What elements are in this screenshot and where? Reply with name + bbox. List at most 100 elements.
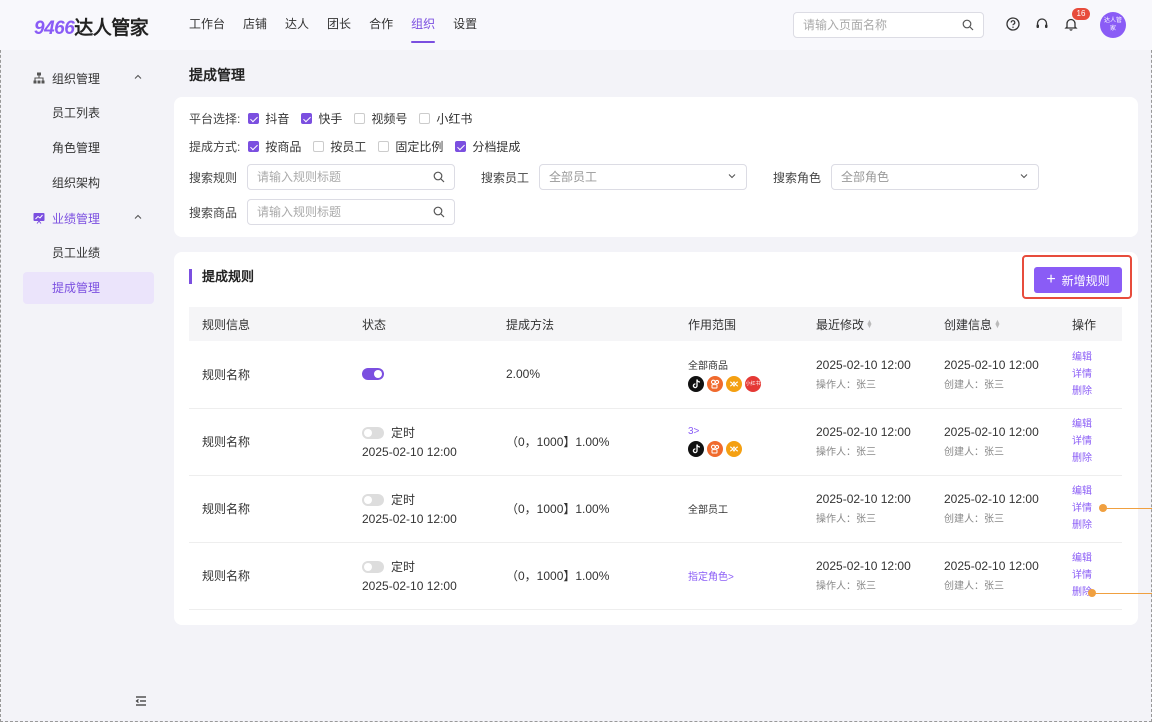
scope-link[interactable]: 3> <box>688 426 803 437</box>
platforms-checkbox-2[interactable]: 视频号 <box>354 110 407 127</box>
sidebar-item-role-management[interactable]: 角色管理 <box>23 132 154 164</box>
status-toggle[interactable] <box>362 493 384 506</box>
column-header-label: 状态 <box>362 317 387 332</box>
headset-icon[interactable] <box>1035 17 1049 31</box>
add-rule-button[interactable]: + 新增规则 <box>1034 267 1122 293</box>
edit-link[interactable]: 编辑 <box>1072 483 1122 500</box>
detail-link[interactable]: 详情 <box>1072 567 1122 584</box>
status-cell: 定时 2025-02-10 12:00 <box>349 475 493 543</box>
checkbox-box[interactable] <box>419 112 431 124</box>
created-cell: 2025-02-10 12:00 创建人：张三 <box>931 408 1059 476</box>
status-cell: 定时 2025-02-10 12:00 <box>349 542 493 610</box>
sidebar-item-org-structure[interactable]: 组织架构 <box>23 167 154 199</box>
sort-icon[interactable]: ▲ ▼ <box>866 319 873 330</box>
table-row: 规则名称 定时 2025-02-10 12:00 （0，1000】1.00% 3> 202… <box>189 408 1122 476</box>
avatar[interactable]: 达人管家 <box>1100 12 1126 38</box>
checkbox-box[interactable] <box>313 140 325 152</box>
platforms-checkbox-1[interactable]: 快手 <box>301 110 342 127</box>
search-goods-input[interactable] <box>248 200 419 224</box>
checkbox-box[interactable] <box>378 140 390 152</box>
checkbox-label: 抖音 <box>265 111 290 126</box>
sidebar-group-label: 组织管理 <box>52 71 101 86</box>
status-toggle[interactable] <box>362 560 384 573</box>
checkbox-label: 小红书 <box>436 111 473 126</box>
status-toggle[interactable] <box>362 426 384 439</box>
timer-time: 2025-02-10 12:00 <box>362 445 457 459</box>
sidebar-group-performance[interactable]: 业绩管理 <box>33 208 143 228</box>
scope-link[interactable]: 指定角色> <box>688 568 803 583</box>
methods-checkbox-1[interactable]: 按员工 <box>313 138 366 155</box>
creator: 创建人：张三 <box>944 447 1004 458</box>
checkbox-label: 按员工 <box>330 139 367 154</box>
column-header: 作用范围 <box>675 307 803 341</box>
table-row: 规则名称 定时 2025-02-10 12:00 （0，1000】1.00% 全部员工 2… <box>189 475 1122 543</box>
modifier: 操作人：张三 <box>816 514 876 525</box>
chevron-up-icon[interactable] <box>133 212 143 222</box>
logo[interactable]: 9466达人管家 <box>34 13 149 40</box>
methods-checkbox-0[interactable]: 按商品 <box>248 138 301 155</box>
search-icon[interactable] <box>433 206 445 218</box>
rule-name-cell: 规则名称 <box>189 408 349 476</box>
timer-time: 2025-02-10 12:00 <box>362 512 457 526</box>
chevron-up-icon[interactable] <box>133 72 143 82</box>
help-icon[interactable] <box>1006 17 1020 31</box>
platform-icons: 小红书 <box>688 375 803 392</box>
methods-checkbox-2[interactable]: 固定比例 <box>378 138 443 155</box>
method-value: （0，1000】1.00% <box>506 435 610 449</box>
annotation-line <box>1092 593 1152 594</box>
timer-label: 定时 <box>391 426 416 440</box>
delete-link[interactable]: 删除 <box>1072 450 1122 467</box>
chevron-down-icon[interactable] <box>727 171 737 181</box>
douyin-icon <box>688 441 704 457</box>
platforms-checkbox-0[interactable]: 抖音 <box>248 110 289 127</box>
delete-link[interactable]: 删除 <box>1072 517 1122 534</box>
edit-link[interactable]: 编辑 <box>1072 416 1122 433</box>
methods-checkbox-3[interactable]: 分档提成 <box>455 138 520 155</box>
detail-link[interactable]: 详情 <box>1072 366 1122 383</box>
checkbox-box[interactable] <box>455 140 467 152</box>
checkbox-label: 视频号 <box>371 111 408 126</box>
created-cell: 2025-02-10 12:00 创建人：张三 <box>931 475 1059 543</box>
sidebar-item-staff-list[interactable]: 员工列表 <box>23 97 154 129</box>
nav-item-1[interactable]: 店铺 <box>243 0 267 50</box>
checkbox-box[interactable] <box>354 112 366 124</box>
page-search[interactable] <box>793 12 984 38</box>
wechat-icon <box>726 375 742 392</box>
nav-item-4[interactable]: 合作 <box>369 0 393 50</box>
status-toggle[interactable] <box>362 368 384 381</box>
search-icon[interactable] <box>962 19 974 31</box>
edit-link[interactable]: 编辑 <box>1072 349 1122 366</box>
checkbox-label: 分档提成 <box>472 139 521 154</box>
edit-link[interactable]: 编辑 <box>1072 550 1122 567</box>
status-line: 定时 <box>362 558 493 575</box>
search-icon[interactable] <box>433 171 445 183</box>
nav-item-5[interactable]: 组织 <box>411 0 436 50</box>
collapse-sidebar-icon[interactable] <box>135 695 147 707</box>
rule-name: 规则名称 <box>202 569 251 583</box>
role-select[interactable]: 全部角色 <box>831 164 1040 190</box>
staff-select[interactable]: 全部员工 <box>539 164 748 190</box>
modifier: 操作人：张三 <box>816 447 876 458</box>
search-rule-input[interactable] <box>248 165 419 189</box>
checkbox-box[interactable] <box>301 112 313 124</box>
chart-board-icon <box>33 213 45 224</box>
sidebar-item-staff-performance[interactable]: 员工业绩 <box>23 237 154 269</box>
column-header[interactable]: 创建信息 ▲ ▼ <box>931 307 1059 341</box>
nav-item-3[interactable]: 团长 <box>327 0 351 50</box>
nav-item-2[interactable]: 达人 <box>285 0 309 50</box>
page-search-input[interactable] <box>794 13 954 37</box>
chevron-down-icon[interactable] <box>1019 171 1029 181</box>
sidebar-group-org[interactable]: 组织管理 <box>33 68 143 88</box>
top-header: 9466达人管家 工作台店铺达人团长合作组织设置 16 达人管家 <box>0 0 1152 50</box>
sort-icon[interactable]: ▲ ▼ <box>994 319 1001 330</box>
delete-link[interactable]: 删除 <box>1072 383 1122 400</box>
page-title: 提成管理 <box>189 67 245 83</box>
nav-item-6[interactable]: 设置 <box>453 0 477 50</box>
checkbox-box[interactable] <box>248 112 260 124</box>
nav-item-0[interactable]: 工作台 <box>189 0 225 50</box>
checkbox-box[interactable] <box>248 140 260 152</box>
sidebar-item-commission-management[interactable]: 提成管理 <box>23 272 154 304</box>
detail-link[interactable]: 详情 <box>1072 433 1122 450</box>
column-header[interactable]: 最近修改 ▲ ▼ <box>803 307 931 341</box>
platforms-checkbox-3[interactable]: 小红书 <box>419 110 472 127</box>
